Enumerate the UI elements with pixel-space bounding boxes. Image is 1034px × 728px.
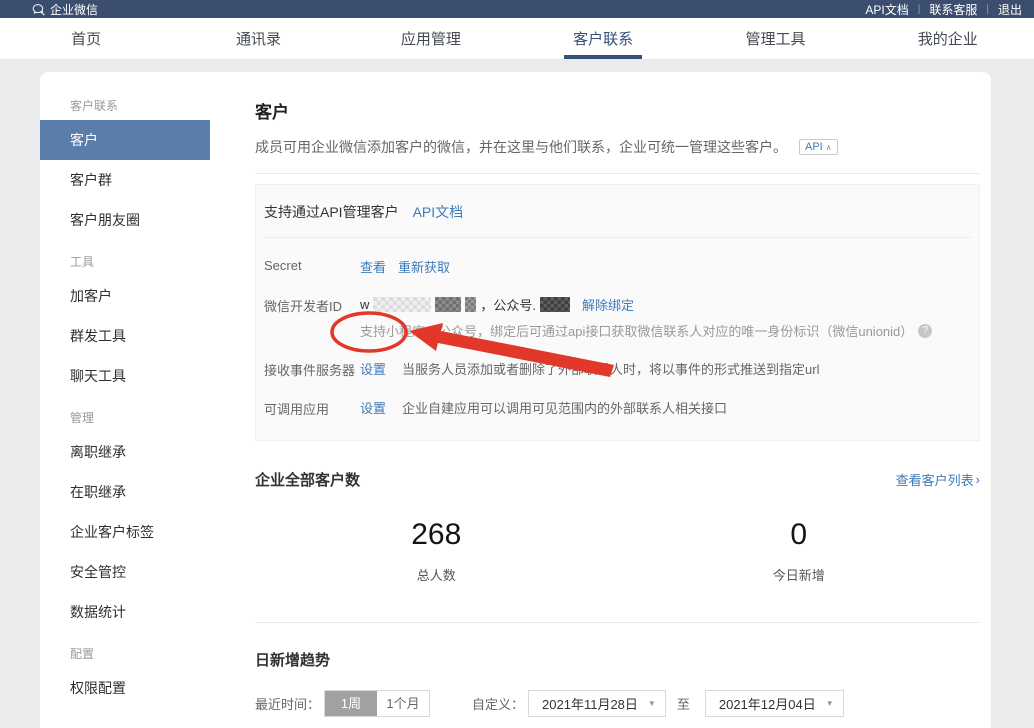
stat-total: 268 总人数 bbox=[255, 518, 618, 584]
wecom-logo-icon bbox=[32, 3, 45, 16]
sidebar-item-data-statistics[interactable]: 数据统计 bbox=[40, 592, 210, 632]
dev-id-note: 支持小程序、公众号，绑定后可通过api接口获取微信联系人对应的唯一身份标识（微信… bbox=[360, 321, 913, 340]
date-to-select[interactable]: 2021年12月04日 ▼ bbox=[705, 690, 844, 717]
stat-today-new: 0 今日新增 bbox=[618, 518, 981, 584]
sidebar-item-customer-moments[interactable]: 客户朋友圈 bbox=[40, 200, 210, 240]
sidebar-item-chat-tool[interactable]: 聊天工具 bbox=[40, 356, 210, 396]
redacted-block bbox=[540, 297, 570, 312]
tab-app-management[interactable]: 应用管理 bbox=[345, 18, 517, 59]
event-server-desc: 当服务人员添加或者删除了外部联系人时，将以事件的形式推送到指定url bbox=[402, 359, 819, 378]
sidebar: 客户联系 客户 客户群 客户朋友圈 工具 加客户 群发工具 聊天工具 管理 离职… bbox=[40, 72, 210, 728]
callable-app-desc: 企业自建应用可以调用可见范围内的外部联系人相关接口 bbox=[402, 398, 727, 417]
range-label: 最近时间： bbox=[255, 694, 320, 713]
api-docs-link[interactable]: API文档 bbox=[413, 202, 464, 222]
tab-customer-contact[interactable]: 客户联系 bbox=[517, 18, 689, 59]
api-panel-title: 支持通过API管理客户 bbox=[264, 202, 399, 222]
chevron-right-icon: › bbox=[976, 472, 980, 487]
unbind-link[interactable]: 解除绑定 bbox=[582, 295, 634, 314]
event-server-label: 接收事件服务器 bbox=[264, 359, 360, 379]
sidebar-item-active-inheritance[interactable]: 在职继承 bbox=[40, 472, 210, 512]
tab-management-tools[interactable]: 管理工具 bbox=[689, 18, 861, 59]
section-divider bbox=[255, 622, 980, 623]
brand: 企业微信 bbox=[32, 1, 98, 18]
chevron-up-icon: ∧ bbox=[826, 143, 832, 152]
stat-total-value: 268 bbox=[255, 518, 618, 552]
topbar: 企业微信 API文档 | 联系客服 | 退出 bbox=[0, 0, 1034, 18]
redacted-block bbox=[465, 297, 476, 312]
date-between-label: 至 bbox=[677, 694, 690, 713]
content-card: 客户联系 客户 客户群 客户朋友圈 工具 加客户 群发工具 聊天工具 管理 离职… bbox=[40, 72, 991, 728]
tab-contacts[interactable]: 通讯录 bbox=[172, 18, 344, 59]
page-title: 客户 bbox=[255, 98, 980, 123]
trend-title: 日新增趋势 bbox=[255, 649, 980, 670]
callable-app-row: 可调用应用 设置 企业自建应用可以调用可见范围内的外部联系人相关接口 bbox=[264, 398, 971, 418]
topbar-link-api-docs[interactable]: API文档 bbox=[865, 1, 908, 18]
range-option-1week[interactable]: 1周 bbox=[325, 691, 377, 716]
custom-range-label: 自定义： bbox=[472, 694, 524, 713]
sidebar-item-customer-groups[interactable]: 客户群 bbox=[40, 160, 210, 200]
wechat-dev-id-label: 微信开发者ID bbox=[264, 295, 360, 315]
sidebar-item-bulk-message-tool[interactable]: 群发工具 bbox=[40, 316, 210, 356]
tab-home[interactable]: 首页 bbox=[0, 18, 172, 59]
help-question-icon[interactable]: ? bbox=[918, 324, 932, 338]
page-description: 成员可用企业微信添加客户的微信，并在这里与他们联系，企业可统一管理这些客户。 bbox=[255, 137, 787, 157]
sidebar-item-customers[interactable]: 客户 bbox=[40, 120, 210, 160]
api-settings-panel: 支持通过API管理客户 API文档 Secret 查看 重新获取 微信开发者ID… bbox=[255, 184, 980, 441]
sidebar-item-customer-tags[interactable]: 企业客户标签 bbox=[40, 512, 210, 552]
date-from-select[interactable]: 2021年11月28日 ▼ bbox=[528, 690, 666, 717]
redacted-block bbox=[435, 297, 461, 312]
stat-today-new-label: 今日新增 bbox=[618, 565, 981, 584]
sidebar-section-tools: 工具 bbox=[40, 240, 210, 276]
sidebar-section-configuration: 配置 bbox=[40, 632, 210, 668]
chevron-down-icon: ▼ bbox=[826, 699, 834, 708]
tab-my-enterprise[interactable]: 我的企业 bbox=[862, 18, 1034, 59]
section-divider bbox=[255, 173, 980, 174]
api-toggle-badge[interactable]: API ∧ bbox=[799, 139, 838, 155]
topbar-link-contact-support[interactable]: 联系客服 bbox=[929, 1, 977, 18]
main-navbar: 首页 通讯录 应用管理 客户联系 管理工具 我的企业 bbox=[0, 18, 1034, 60]
event-server-settings-link[interactable]: 设置 bbox=[360, 359, 386, 378]
callable-app-label: 可调用应用 bbox=[264, 398, 360, 418]
wechat-dev-id-row: 微信开发者ID w ，公众号. 解除绑定 支持小程序、公众号，绑定后可通过api… bbox=[264, 295, 971, 340]
date-from-value: 2021年11月28日 bbox=[542, 694, 638, 713]
secret-row: Secret 查看 重新获取 bbox=[264, 257, 971, 276]
api-badge-label: API bbox=[805, 141, 823, 153]
view-customer-list-link[interactable]: 查看客户列表 › bbox=[896, 470, 980, 489]
secret-view-link[interactable]: 查看 bbox=[360, 257, 386, 276]
sidebar-item-security-control[interactable]: 安全管控 bbox=[40, 552, 210, 592]
stat-total-label: 总人数 bbox=[255, 565, 618, 584]
range-option-1month[interactable]: 1个月 bbox=[377, 691, 429, 716]
brand-name: 企业微信 bbox=[50, 1, 98, 18]
topbar-link-logout[interactable]: 退出 bbox=[998, 1, 1022, 18]
sidebar-item-permission-config[interactable]: 权限配置 bbox=[40, 668, 210, 708]
range-toggle-group: 1周 1个月 bbox=[324, 690, 430, 717]
chevron-down-icon: ▼ bbox=[648, 699, 656, 708]
topbar-links: API文档 | 联系客服 | 退出 bbox=[865, 1, 1022, 18]
sidebar-item-add-customer[interactable]: 加客户 bbox=[40, 276, 210, 316]
view-customer-list-label: 查看客户列表 bbox=[896, 470, 974, 489]
topbar-separator: | bbox=[918, 4, 921, 15]
dev-id-mid-text: ，公众号. bbox=[480, 295, 536, 314]
secret-label: Secret bbox=[264, 257, 360, 273]
sidebar-section-customer-contact: 客户联系 bbox=[40, 84, 210, 120]
event-server-row: 接收事件服务器 设置 当服务人员添加或者删除了外部联系人时，将以事件的形式推送到… bbox=[264, 359, 971, 379]
sidebar-item-resigned-inheritance[interactable]: 离职继承 bbox=[40, 432, 210, 472]
date-to-value: 2021年12月04日 bbox=[719, 694, 816, 713]
stats-title: 企业全部客户数 bbox=[255, 469, 360, 490]
dev-id-prefix: w bbox=[360, 297, 369, 312]
stat-today-new-value: 0 bbox=[618, 518, 981, 552]
topbar-separator: | bbox=[986, 4, 989, 15]
secret-refresh-link[interactable]: 重新获取 bbox=[398, 257, 450, 276]
sidebar-section-management: 管理 bbox=[40, 396, 210, 432]
redacted-block bbox=[373, 297, 431, 312]
main-content: 客户 成员可用企业微信添加客户的微信，并在这里与他们联系，企业可统一管理这些客户… bbox=[210, 72, 991, 728]
callable-app-settings-link[interactable]: 设置 bbox=[360, 398, 386, 417]
